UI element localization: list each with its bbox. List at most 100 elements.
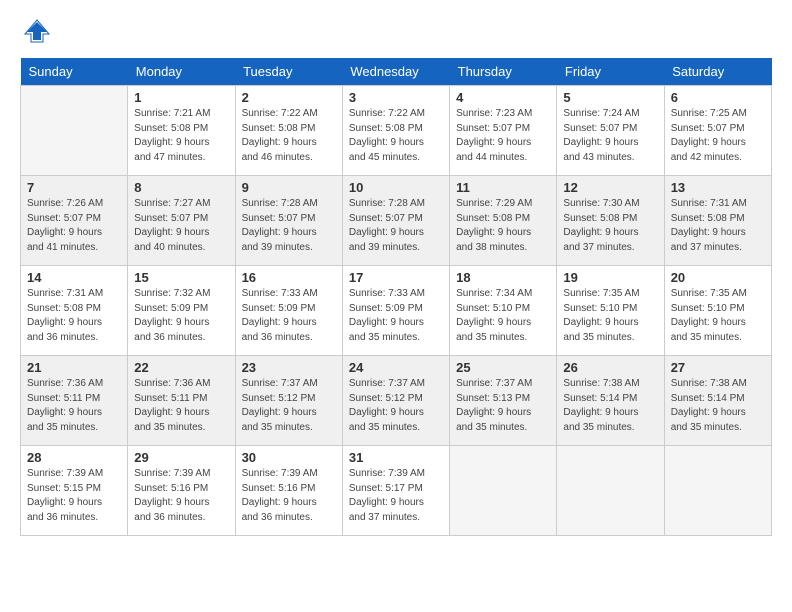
day-number: 17 — [349, 270, 443, 285]
calendar-day-cell: 10 Sunrise: 7:28 AM Sunset: 5:07 PM Dayli… — [342, 176, 449, 266]
calendar-day-cell: 22 Sunrise: 7:36 AM Sunset: 5:11 PM Dayli… — [128, 356, 235, 446]
calendar-day-cell — [450, 446, 557, 536]
day-info: Sunrise: 7:33 AM Sunset: 5:09 PM Dayligh… — [349, 287, 443, 345]
day-number: 11 — [456, 180, 550, 195]
calendar-day-cell: 25Sunrise: 7:37 AM Sunset: 5:13 PM Dayli… — [450, 356, 557, 446]
day-info: Sunrise: 7:24 AM Sunset: 5:07 PM Dayligh… — [563, 107, 657, 165]
calendar-table: SundayMondayTuesdayWednesdayThursdayFrid… — [20, 58, 772, 536]
day-info: Sunrise: 7:27 AM Sunset: 5:07 PM Dayligh… — [134, 197, 228, 255]
calendar-day-cell: 3 Sunrise: 7:22 AM Sunset: 5:08 PM Daylig… — [342, 86, 449, 176]
calendar-day-cell: 28 Sunrise: 7:39 AM Sunset: 5:15 PM Dayli… — [21, 446, 128, 536]
day-number: 5 — [563, 90, 657, 105]
day-info: Sunrise: 7:25 AM Sunset: 5:07 PM Dayligh… — [671, 107, 765, 165]
day-of-week-header: Wednesday — [342, 58, 449, 86]
calendar-day-cell: 16Sunrise: 7:33 AM Sunset: 5:09 PM Dayli… — [235, 266, 342, 356]
day-info: Sunrise: 7:28 AM Sunset: 5:07 PM Dayligh… — [242, 197, 336, 255]
calendar-day-cell: 7 Sunrise: 7:26 AM Sunset: 5:07 PM Daylig… — [21, 176, 128, 266]
day-number: 18 — [456, 270, 550, 285]
logo — [20, 20, 51, 42]
day-info: Sunrise: 7:36 AM Sunset: 5:11 PM Dayligh… — [27, 377, 121, 435]
day-of-week-header: Monday — [128, 58, 235, 86]
day-number: 9 — [242, 180, 336, 195]
calendar-day-cell — [557, 446, 664, 536]
calendar-day-cell: 18 Sunrise: 7:34 AM Sunset: 5:10 PM Dayli… — [450, 266, 557, 356]
calendar-week-row: 14Sunrise: 7:31 AM Sunset: 5:08 PM Dayli… — [21, 266, 772, 356]
calendar-day-cell: 21 Sunrise: 7:36 AM Sunset: 5:11 PM Dayli… — [21, 356, 128, 446]
day-number: 3 — [349, 90, 443, 105]
day-info: Sunrise: 7:28 AM Sunset: 5:07 PM Dayligh… — [349, 197, 443, 255]
day-number: 29 — [134, 450, 228, 465]
day-number: 15 — [134, 270, 228, 285]
day-number: 10 — [349, 180, 443, 195]
day-info: Sunrise: 7:31 AM Sunset: 5:08 PM Dayligh… — [671, 197, 765, 255]
calendar-day-cell: 19 Sunrise: 7:35 AM Sunset: 5:10 PM Dayli… — [557, 266, 664, 356]
day-number: 4 — [456, 90, 550, 105]
day-info: Sunrise: 7:21 AM Sunset: 5:08 PM Dayligh… — [134, 107, 228, 165]
day-of-week-header: Saturday — [664, 58, 771, 86]
day-info: Sunrise: 7:38 AM Sunset: 5:14 PM Dayligh… — [671, 377, 765, 435]
calendar-day-cell: 24Sunrise: 7:37 AM Sunset: 5:12 PM Dayli… — [342, 356, 449, 446]
day-number: 14 — [27, 270, 121, 285]
day-info: Sunrise: 7:34 AM Sunset: 5:10 PM Dayligh… — [456, 287, 550, 345]
day-number: 2 — [242, 90, 336, 105]
calendar-week-row: 1Sunrise: 7:21 AM Sunset: 5:08 PM Daylig… — [21, 86, 772, 176]
day-number: 20 — [671, 270, 765, 285]
day-number: 22 — [134, 360, 228, 375]
calendar-day-cell: 11Sunrise: 7:29 AM Sunset: 5:08 PM Dayli… — [450, 176, 557, 266]
day-number: 6 — [671, 90, 765, 105]
day-number: 24 — [349, 360, 443, 375]
calendar-day-cell: 26 Sunrise: 7:38 AM Sunset: 5:14 PM Dayli… — [557, 356, 664, 446]
day-info: Sunrise: 7:37 AM Sunset: 5:12 PM Dayligh… — [242, 377, 336, 435]
day-number: 26 — [563, 360, 657, 375]
day-info: Sunrise: 7:38 AM Sunset: 5:14 PM Dayligh… — [563, 377, 657, 435]
calendar-day-cell: 15 Sunrise: 7:32 AM Sunset: 5:09 PM Dayli… — [128, 266, 235, 356]
calendar-day-cell: 6 Sunrise: 7:25 AM Sunset: 5:07 PM Daylig… — [664, 86, 771, 176]
calendar-day-cell: 20 Sunrise: 7:35 AM Sunset: 5:10 PM Dayli… — [664, 266, 771, 356]
day-number: 7 — [27, 180, 121, 195]
day-info: Sunrise: 7:39 AM Sunset: 5:16 PM Dayligh… — [242, 467, 336, 525]
calendar-day-cell: 1Sunrise: 7:21 AM Sunset: 5:08 PM Daylig… — [128, 86, 235, 176]
calendar-day-cell — [21, 86, 128, 176]
header — [20, 20, 772, 42]
day-info: Sunrise: 7:35 AM Sunset: 5:10 PM Dayligh… — [563, 287, 657, 345]
calendar-day-cell: 14Sunrise: 7:31 AM Sunset: 5:08 PM Dayli… — [21, 266, 128, 356]
calendar-day-cell: 5 Sunrise: 7:24 AM Sunset: 5:07 PM Daylig… — [557, 86, 664, 176]
calendar-day-cell: 31 Sunrise: 7:39 AM Sunset: 5:17 PM Dayli… — [342, 446, 449, 536]
calendar-day-cell: 17 Sunrise: 7:33 AM Sunset: 5:09 PM Dayli… — [342, 266, 449, 356]
logo-icon — [23, 18, 51, 46]
calendar-day-cell: 9 Sunrise: 7:28 AM Sunset: 5:07 PM Daylig… — [235, 176, 342, 266]
calendar-week-row: 21 Sunrise: 7:36 AM Sunset: 5:11 PM Dayli… — [21, 356, 772, 446]
day-number: 27 — [671, 360, 765, 375]
calendar-day-cell: 2 Sunrise: 7:22 AM Sunset: 5:08 PM Daylig… — [235, 86, 342, 176]
day-info: Sunrise: 7:26 AM Sunset: 5:07 PM Dayligh… — [27, 197, 121, 255]
calendar-day-cell: 29Sunrise: 7:39 AM Sunset: 5:16 PM Dayli… — [128, 446, 235, 536]
calendar-day-cell: 13Sunrise: 7:31 AM Sunset: 5:08 PM Dayli… — [664, 176, 771, 266]
day-number: 25 — [456, 360, 550, 375]
day-info: Sunrise: 7:22 AM Sunset: 5:08 PM Dayligh… — [242, 107, 336, 165]
day-info: Sunrise: 7:36 AM Sunset: 5:11 PM Dayligh… — [134, 377, 228, 435]
day-info: Sunrise: 7:32 AM Sunset: 5:09 PM Dayligh… — [134, 287, 228, 345]
day-of-week-header: Friday — [557, 58, 664, 86]
day-of-week-header: Thursday — [450, 58, 557, 86]
day-of-week-header: Sunday — [21, 58, 128, 86]
day-number: 30 — [242, 450, 336, 465]
day-number: 31 — [349, 450, 443, 465]
day-info: Sunrise: 7:39 AM Sunset: 5:17 PM Dayligh… — [349, 467, 443, 525]
day-info: Sunrise: 7:35 AM Sunset: 5:10 PM Dayligh… — [671, 287, 765, 345]
day-number: 8 — [134, 180, 228, 195]
day-number: 12 — [563, 180, 657, 195]
day-number: 16 — [242, 270, 336, 285]
day-number: 19 — [563, 270, 657, 285]
day-info: Sunrise: 7:39 AM Sunset: 5:15 PM Dayligh… — [27, 467, 121, 525]
calendar-day-cell: 12Sunrise: 7:30 AM Sunset: 5:08 PM Dayli… — [557, 176, 664, 266]
day-info: Sunrise: 7:23 AM Sunset: 5:07 PM Dayligh… — [456, 107, 550, 165]
calendar-day-cell: 27 Sunrise: 7:38 AM Sunset: 5:14 PM Dayli… — [664, 356, 771, 446]
calendar-day-cell: 4 Sunrise: 7:23 AM Sunset: 5:07 PM Daylig… — [450, 86, 557, 176]
calendar-week-row: 28 Sunrise: 7:39 AM Sunset: 5:15 PM Dayli… — [21, 446, 772, 536]
day-info: Sunrise: 7:22 AM Sunset: 5:08 PM Dayligh… — [349, 107, 443, 165]
calendar-body: 1Sunrise: 7:21 AM Sunset: 5:08 PM Daylig… — [21, 86, 772, 536]
day-number: 28 — [27, 450, 121, 465]
day-number: 21 — [27, 360, 121, 375]
calendar-header-row: SundayMondayTuesdayWednesdayThursdayFrid… — [21, 58, 772, 86]
calendar-day-cell: 8 Sunrise: 7:27 AM Sunset: 5:07 PM Daylig… — [128, 176, 235, 266]
